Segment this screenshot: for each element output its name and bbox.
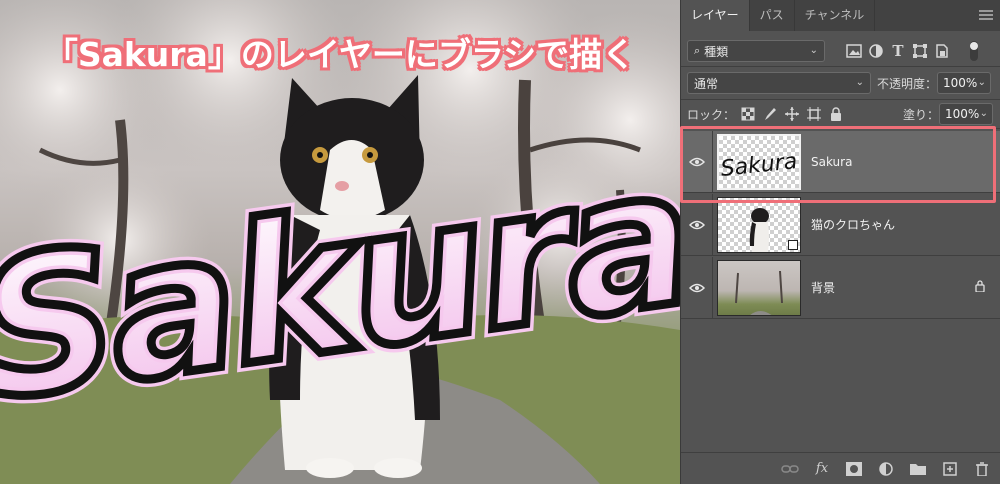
layer-filter-row: ⌕ 種類 ⌄ T [681,38,1000,64]
mask-icon[interactable] [845,460,863,478]
chevron-down-icon: ⌄ [977,77,987,88]
image-filter-icon[interactable] [845,43,863,59]
type-filter-icon[interactable]: T [889,42,907,60]
layer-lock-icon [975,280,985,295]
opacity-field[interactable]: 100% ⌄ [937,72,992,94]
lock-image-pixels-icon[interactable] [761,106,779,122]
blend-mode-value: 通常 [694,76,719,91]
visibility-eye-icon[interactable] [681,130,713,193]
document-canvas[interactable]: Sakura Sakura 「Sakura」のレイヤーにブラシで描く [0,0,680,484]
tab-paths[interactable]: パス [750,0,795,31]
trash-icon[interactable] [973,460,991,478]
layer-row-background[interactable]: 背景 [681,256,1000,319]
filter-toggle-icon[interactable] [965,41,983,61]
layer-name: Sakura [811,154,853,169]
folder-icon[interactable] [909,460,927,478]
smart-object-badge-icon [788,239,798,250]
layers-panel: レイヤー パス チャンネル ⌕ 種類 ⌄ T 通常 ⌄ 不透明度： 100% ⌄… [680,0,1000,484]
visibility-eye-icon[interactable] [681,256,713,319]
new-layer-icon[interactable] [941,460,959,478]
layer-name: 猫のクロちゃん [811,218,896,232]
lock-label: ロック： [687,107,736,122]
tab-channels[interactable]: チャンネル [795,0,876,31]
adjustment-filter-icon[interactable] [867,43,885,59]
lock-all-icon[interactable] [827,106,845,122]
layer-thumbnail [717,259,801,316]
layer-row-cat[interactable]: 猫のクロちゃん [681,193,1000,256]
tab-layers[interactable]: レイヤー [681,0,750,31]
lock-position-icon[interactable] [783,106,801,122]
visibility-eye-icon[interactable] [681,193,713,256]
opacity-label: 不透明度： [877,76,938,91]
filter-kind-label: 種類 [704,44,729,59]
chevron-down-icon: ⌄ [855,77,864,88]
blend-mode-dropdown[interactable]: 通常 ⌄ [687,72,871,94]
fill-field[interactable]: 100% ⌄ [939,103,994,125]
lock-transparent-pixels-icon[interactable] [739,106,757,122]
link-icon[interactable] [781,460,799,478]
adjustment-icon[interactable] [877,460,895,478]
lock-artboard-icon[interactable] [805,106,823,122]
panel-divider [681,128,1000,129]
fill-value: 100% [945,107,980,121]
layer-thumbnail: Sakura [717,133,801,190]
panel-divider [681,99,1000,100]
chevron-down-icon: ⌄ [809,45,818,56]
fill-label: 塗り： [903,107,940,122]
chevron-down-icon: ⌄ [979,108,989,119]
blend-row: 通常 ⌄ 不透明度： 100% ⌄ [681,70,1000,96]
opacity-value: 100% [943,76,978,90]
search-icon: ⌕ [694,44,701,57]
fx-icon[interactable]: fx [813,460,831,478]
layers-bottom-toolbar: fx [681,452,1000,484]
lock-row: ロック： 塗り： 100% ⌄ [681,102,1000,126]
filter-kind-dropdown[interactable]: ⌕ 種類 ⌄ [687,40,825,62]
headline-caption: 「Sakura」のレイヤーにブラシで描く [44,35,636,74]
panel-divider [681,66,1000,67]
shape-filter-icon[interactable] [911,43,929,59]
panel-menu-icon[interactable] [979,10,993,20]
panel-tab-bar: レイヤー パス チャンネル [681,0,1000,31]
thumbnail-text: Sakura [720,149,799,182]
layer-name: 背景 [811,281,836,295]
layer-thumbnail [717,196,801,253]
smartobject-filter-icon[interactable] [933,43,951,59]
layer-row-sakura[interactable]: Sakura Sakura [681,130,1000,193]
